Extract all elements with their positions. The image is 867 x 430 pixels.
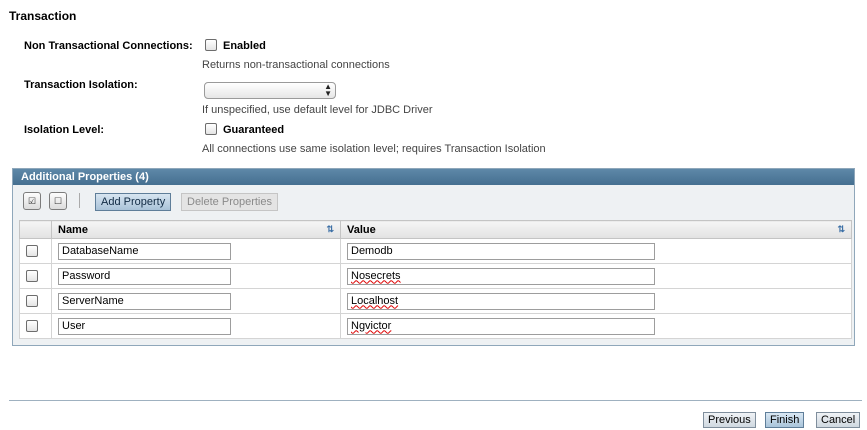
table-row: User Ngvictor (19, 313, 852, 339)
enabled-checkbox-row[interactable]: Enabled (205, 39, 266, 52)
add-property-button[interactable]: Add Property (95, 193, 172, 211)
guaranteed-checkbox[interactable] (205, 123, 217, 136)
panel-title: Additional Properties (4) (13, 169, 854, 185)
footer-divider (9, 400, 862, 401)
non-transactional-help: Returns non-transactional connections (202, 59, 390, 71)
property-name-input[interactable]: DatabaseName (58, 242, 231, 260)
transaction-isolation-select[interactable]: ▲ ▼ (204, 82, 336, 99)
panel-toolbar: ☑ ☐ Add Property Delete Properties (13, 185, 854, 215)
additional-properties-panel: Additional Properties (4) ☑ ☐ Add Proper… (12, 168, 855, 346)
section-title: Transaction (9, 9, 77, 23)
guaranteed-label: Guaranteed (223, 124, 285, 136)
property-name-input[interactable]: Password (58, 267, 231, 285)
select-arrows-icon: ▲ ▼ (324, 82, 332, 98)
name-column-header[interactable]: Name ⇅ (51, 220, 341, 239)
enabled-checkbox[interactable] (205, 39, 217, 52)
table-row: DatabaseName Demodb (19, 238, 852, 264)
property-value-input[interactable]: Demodb (347, 242, 655, 260)
select-all-icon[interactable]: ☑ (23, 192, 41, 210)
properties-table: Name ⇅ Value ⇅ DatabaseName Demodb Passwor… (19, 220, 852, 339)
select-column-header (19, 220, 52, 239)
previous-button[interactable]: Previous (703, 412, 756, 428)
property-value-input[interactable]: Ngvictor (347, 317, 655, 335)
finish-button[interactable]: Finish (765, 412, 805, 428)
property-name-input[interactable]: User (58, 317, 231, 335)
table-row: Password Nosecrets (19, 263, 852, 289)
property-name-input[interactable]: ServerName (58, 292, 231, 310)
table-row: ServerName Localhost (19, 288, 852, 314)
isolation-level-help: All connections use same isolation level… (202, 143, 546, 155)
row-checkbox[interactable] (26, 245, 38, 258)
isolation-level-label: Isolation Level: (24, 124, 105, 136)
property-value-input[interactable]: Nosecrets (347, 267, 655, 285)
enabled-label: Enabled (223, 40, 266, 52)
sort-icon: ⇅ (837, 224, 845, 234)
sort-icon: ⇅ (326, 224, 334, 234)
guaranteed-checkbox-row[interactable]: Guaranteed (205, 123, 285, 136)
cancel-button[interactable]: Cancel (816, 412, 861, 428)
value-column-header[interactable]: Value ⇅ (340, 220, 852, 239)
toolbar-separator (79, 193, 80, 208)
row-checkbox[interactable] (26, 270, 38, 283)
delete-properties-button[interactable]: Delete Properties (181, 193, 278, 211)
deselect-all-icon[interactable]: ☐ (49, 192, 67, 210)
property-value-input[interactable]: Localhost (347, 292, 655, 310)
non-transactional-label: Non Transactional Connections: (24, 40, 193, 52)
transaction-isolation-label: Transaction Isolation: (24, 79, 138, 91)
transaction-isolation-help: If unspecified, use default level for JD… (202, 104, 433, 116)
row-checkbox[interactable] (26, 320, 38, 333)
row-checkbox[interactable] (26, 295, 38, 308)
